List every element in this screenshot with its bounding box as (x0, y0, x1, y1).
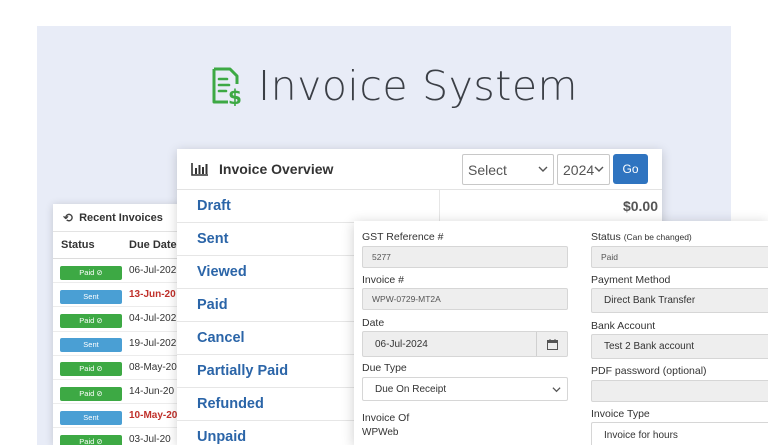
due-date-cell: 08-May-20 (129, 361, 177, 373)
status-cell: Paid ⊘ (53, 262, 129, 280)
app-title-word-2: System (422, 62, 578, 110)
payment-method-field[interactable]: Direct Bank Transfer (591, 288, 768, 313)
column-due-date: Due Date (129, 239, 177, 251)
status-cell: Sent (53, 286, 129, 304)
year-select-value: 2024 (563, 161, 595, 178)
invoice-overview-title: Invoice Overview (219, 161, 334, 177)
due-type-select[interactable]: Due On Receipt (362, 377, 568, 401)
bank-account-field[interactable]: Test 2 Bank account (591, 334, 768, 359)
calendar-icon[interactable] (536, 332, 567, 356)
due-date-cell: 10-May-20 (129, 410, 178, 422)
app-title: Invoice System (258, 62, 578, 110)
month-select[interactable]: Select (462, 154, 554, 185)
invoice-form-panel: GST Reference # 5277 Invoice # WPW-0729-… (354, 221, 768, 445)
payment-method-label: Payment Method (591, 274, 671, 286)
status-cell: Sent (53, 407, 129, 425)
gst-reference-field[interactable]: 5277 (362, 246, 568, 268)
pdf-password-label: PDF password (optional) (591, 365, 707, 377)
invoice-type-label: Invoice Type (591, 408, 650, 420)
status-label: Status (Can be changed) (591, 231, 692, 243)
year-select[interactable]: 2024 (557, 154, 610, 185)
date-label: Date (362, 317, 385, 329)
gst-reference-label: GST Reference # (362, 231, 444, 243)
status-badge: Paid ⊘ (60, 265, 122, 280)
date-field-value: 06-Jul-2024 (375, 338, 428, 350)
go-button[interactable]: Go (613, 154, 648, 184)
due-date-cell: 19-Jul-202 (129, 337, 177, 349)
history-icon: ⟲ (63, 210, 74, 225)
chevron-down-icon (594, 166, 604, 172)
brand-header: $ Invoice System (208, 58, 578, 114)
status-field[interactable]: Paid (591, 246, 768, 268)
due-type-value: Due On Receipt (375, 383, 447, 395)
due-date-cell: 13-Jun-20 (129, 289, 176, 301)
date-field[interactable]: 06-Jul-2024 (362, 331, 568, 357)
status-badge: Paid ⊘ (60, 434, 122, 445)
app-title-word-1: Invoice (258, 62, 409, 110)
invoice-number-label: Invoice # (362, 274, 405, 286)
status-badge: Paid ⊘ (60, 362, 122, 377)
invoice-dollar-icon: $ (212, 67, 242, 106)
invoice-type-select[interactable]: Invoice for hours (591, 422, 768, 445)
status-label-text: Status (591, 231, 621, 243)
status-badge: Paid ⊘ (60, 313, 122, 328)
status-badge: Sent (60, 289, 122, 304)
status-badge: Sent (60, 410, 122, 425)
pdf-password-field[interactable] (591, 380, 768, 402)
status-badge: Paid ⊘ (60, 386, 122, 401)
chevron-down-icon (538, 166, 548, 172)
column-status: Status (61, 239, 95, 251)
month-select-value: Select (468, 161, 507, 178)
status-cell: Paid ⊘ (53, 431, 129, 445)
chevron-down-icon (552, 387, 561, 393)
draft-amount: $0.00 (439, 190, 662, 223)
status-label-note: (Can be changed) (623, 232, 692, 242)
status-cell: Paid ⊘ (53, 383, 129, 401)
status-badge: Sent (60, 338, 122, 353)
invoice-number-field[interactable]: WPW-0729-MT2A (362, 288, 568, 310)
invoice-of-value: WPWeb (362, 427, 399, 438)
recent-invoices-title: Recent Invoices (79, 211, 163, 224)
due-date-cell: 04-Jul-202 (129, 313, 177, 325)
status-cell: Paid ⊘ (53, 358, 129, 377)
status-link-draft[interactable]: Draft (177, 190, 439, 223)
due-date-cell: 03-Jul-20 (129, 434, 171, 445)
status-cell: Sent (53, 334, 129, 353)
svg-text:$: $ (228, 85, 242, 106)
bank-account-label: Bank Account (591, 320, 656, 332)
due-date-cell: 06-Jul-202 (129, 265, 177, 277)
bar-chart-icon (191, 163, 208, 176)
due-date-cell: 14-Jun-20 (129, 386, 175, 398)
invoice-of-label: Invoice Of (362, 412, 410, 424)
status-cell: Paid ⊘ (53, 310, 129, 328)
due-type-label: Due Type (362, 362, 407, 374)
